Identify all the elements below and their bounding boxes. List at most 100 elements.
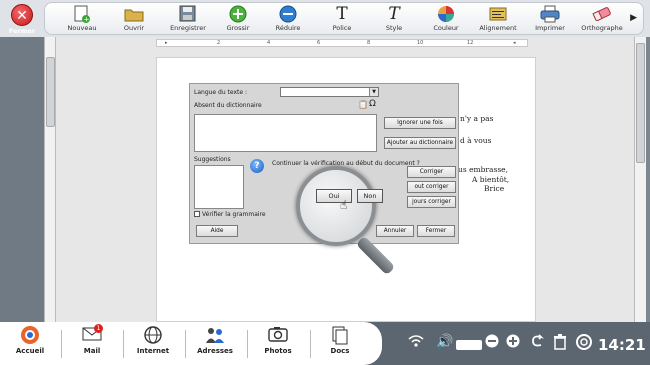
tool-label: Style [385,24,403,32]
dock-label: Docs [330,347,350,355]
svg-text:+: + [84,15,90,23]
cancel-button[interactable]: Annuler [376,225,414,237]
close-label: Fermer [8,27,36,35]
home-icon [18,325,42,345]
ruler-tick: 10 [417,40,424,46]
question-text: Continuer la vérification au début du do… [272,160,420,167]
tool-label: Grossir [226,24,250,32]
language-select[interactable]: ▼ [280,87,379,97]
help-lifebuoy-icon[interactable] [576,334,592,354]
tool-label: Imprimer [535,24,565,32]
align-icon [488,5,508,23]
tool-label: Nouveau [67,24,97,32]
ruler-tick: 4 [267,40,271,46]
globe-icon [141,325,165,345]
ignore-once-button[interactable]: Ignorer une fois [384,117,456,129]
printer-icon [540,5,560,23]
tool-style[interactable]: T Style [367,4,421,32]
ruler-tick: 12 [467,40,474,46]
tool-grow[interactable]: Grossir [211,5,265,32]
hand-cursor-icon: ☝ [340,198,348,212]
dock-label: Internet [136,347,170,355]
add-dictionary-button[interactable]: Ajouter au dictionnaire [384,137,456,149]
color-icon [436,5,456,23]
tool-label: Alignement [479,24,517,32]
dock-item-internet[interactable]: Internet [125,325,181,355]
correct-all-button[interactable]: out corriger [407,181,456,193]
tool-new[interactable]: + Nouveau [55,5,109,32]
trash-icon[interactable] [553,334,567,354]
scroll-thumb[interactable] [46,57,55,127]
tool-spelling[interactable]: Orthographe [575,5,629,32]
close-app-button[interactable]: ✕ Fermer [6,4,38,35]
tool-color[interactable]: Couleur [419,5,473,32]
volume-down-icon[interactable] [485,334,499,352]
tool-label: Couleur [433,24,459,32]
divider [185,330,186,358]
divider [247,330,248,358]
grammar-checkbox[interactable] [194,211,200,217]
wifi-icon[interactable] [408,334,424,352]
tool-label: Orthographe [581,24,623,32]
doc-line: n'y a pas [460,114,494,123]
omega-icon[interactable]: Ω [369,99,376,109]
tool-reduce[interactable]: Réduire [261,5,315,32]
contacts-icon [203,325,227,345]
zoom-in-icon [228,5,248,23]
suggestions-list[interactable] [194,165,244,209]
camera-icon [266,325,290,345]
right-scrollbar[interactable] [634,37,646,322]
dock-item-contacts[interactable]: Adresses [187,325,243,355]
tool-alignment[interactable]: Alignement [471,5,525,32]
help-button[interactable]: Aide [196,225,238,237]
dock-item-home[interactable]: Accueil [2,325,58,355]
back-icon[interactable] [530,334,544,352]
chevron-right-icon[interactable]: ▶ [630,13,637,23]
save-icon [178,5,198,23]
question-icon: ? [250,159,264,173]
ruler: ▸ 2 4 6 8 10 12 ◂ [156,39,528,47]
scroll-thumb[interactable] [636,43,645,163]
folder-icon [124,5,144,23]
volume-slider[interactable] [456,340,482,350]
always-correct-button[interactable]: jours corriger [407,196,456,208]
tool-label: Ouvrir [123,24,145,32]
tool-font[interactable]: T Police [315,4,369,32]
close-icon: ✕ [11,4,33,26]
tool-save[interactable]: Enregistrer [161,5,215,32]
new-document-icon: + [72,5,92,23]
left-sidebar [0,37,46,322]
tool-open[interactable]: Ouvrir [107,5,161,32]
ruler-tick: 2 [217,40,221,46]
ruler-marker: ▸ [165,40,168,46]
volume-up-icon[interactable] [506,334,520,352]
dock-label: Adresses [197,347,233,355]
dock-item-mail[interactable]: 1 Mail [64,324,120,355]
mail-badge: 1 [94,324,103,333]
dock-item-docs[interactable]: Docs [312,325,368,355]
eraser-icon [592,5,612,23]
top-toolbar: ✕ Fermer + Nouveau Ouvrir Enregistrer Gr [0,0,650,37]
zoom-out-icon [278,5,298,23]
doc-line: A bientôt, [472,175,510,184]
paste-icon[interactable]: 📋 [358,100,368,109]
no-button[interactable]: Non [357,189,383,203]
suggestions-label: Suggestions [194,156,231,163]
divider [123,330,124,358]
divider [310,330,311,358]
magnifier-lens [296,166,376,246]
chevron-down-icon: ▼ [369,88,378,96]
font-icon: T [336,4,348,24]
documents-icon [328,325,352,345]
close-button[interactable]: Fermer [417,225,455,237]
ruler-marker: ◂ [513,40,516,46]
speaker-icon[interactable]: 🔊 [436,334,453,350]
correct-button[interactable]: Corriger [407,166,456,178]
absent-label: Absent du dictionnaire [194,102,262,109]
dock-item-photos[interactable]: Photos [250,325,306,355]
dock-label: Accueil [15,347,45,355]
absent-word-field[interactable] [194,114,377,152]
left-scrollbar[interactable] [44,37,56,322]
tool-print[interactable]: Imprimer [523,5,577,32]
clock: 14:21 [598,336,646,354]
